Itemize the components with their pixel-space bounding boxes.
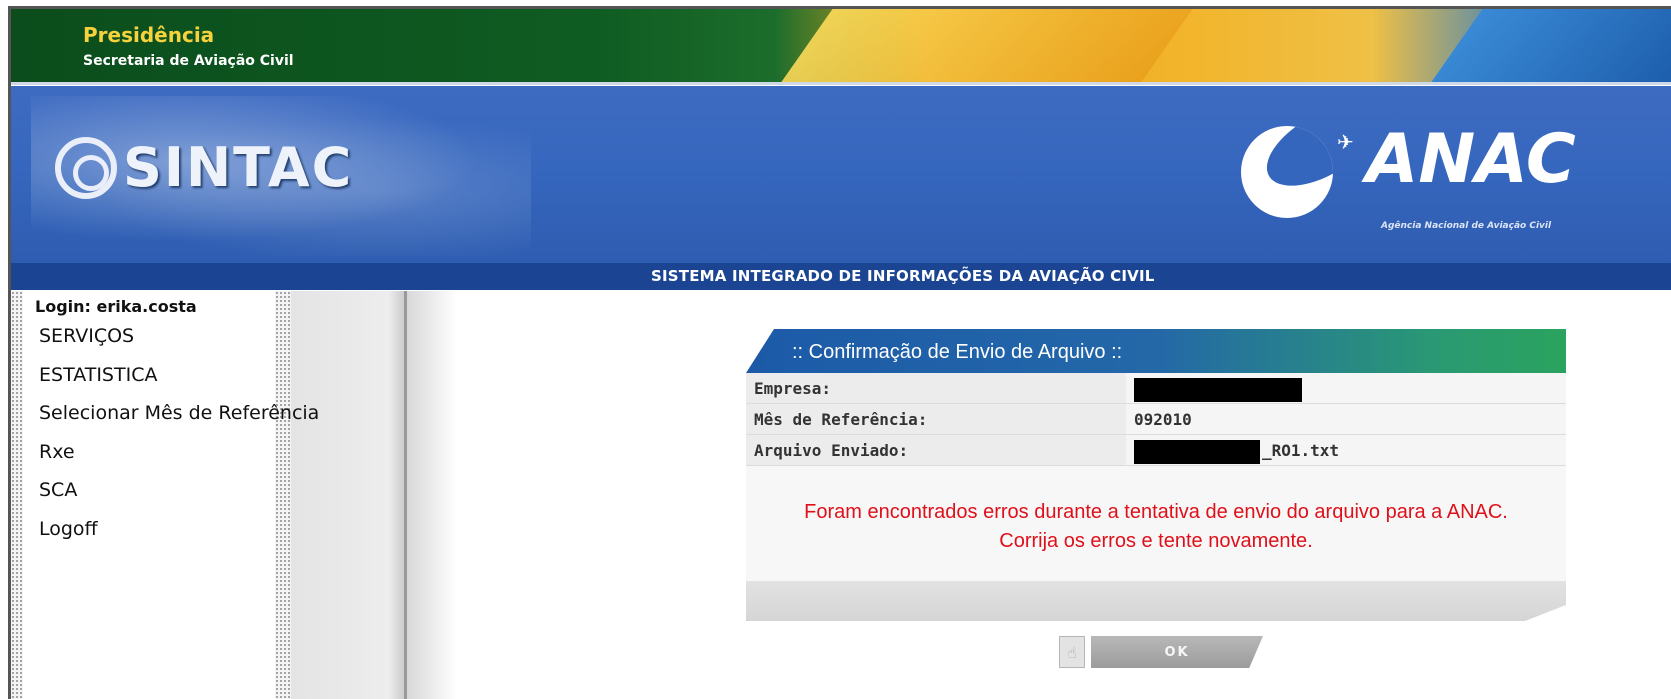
system-name-strip: SISTEMA INTEGRADO DE INFORMAÇÕES DA AVIA…	[11, 263, 1671, 290]
sidebar-item-estatistica[interactable]: ESTATISTICA	[39, 362, 319, 401]
hand-pointer-icon[interactable]: ☝	[1059, 636, 1085, 668]
empresa-value	[1126, 373, 1566, 403]
confirmation-panel: :: Confirmação de Envio de Arquivo :: Em…	[746, 329, 1566, 621]
sintac-logo-icon	[55, 136, 117, 199]
sidebar: Login: erika.costa SERVIÇOS ESTATISTICA …	[11, 291, 457, 699]
redaction-block	[1134, 439, 1260, 464]
presidency-bar: Presidência Secretaria de Aviação Civil	[11, 9, 1671, 85]
mes-referencia-value: 092010	[1126, 404, 1566, 434]
anac-logo-text: ANAC	[1365, 120, 1576, 199]
redaction-block	[1134, 377, 1302, 402]
login-label: Login: erika.costa	[35, 297, 197, 316]
sintac-logo-text: SINTAC	[123, 136, 354, 199]
anac-logo: ✈ ANAC	[1241, 126, 1576, 218]
system-banner: SINTAC ✈ ANAC Agência Nacional de Aviaçã…	[11, 86, 1671, 266]
sidebar-menu: SERVIÇOS ESTATISTICA Selecionar Mês de R…	[39, 323, 319, 554]
panel-header: :: Confirmação de Envio de Arquivo ::	[746, 329, 1566, 373]
panel-footer	[746, 581, 1566, 621]
plane-icon: ✈	[1337, 130, 1354, 154]
error-message-area: Foram encontrados erros durante a tentat…	[746, 466, 1566, 581]
sidebar-item-servicos[interactable]: SERVIÇOS	[39, 323, 319, 362]
sidebar-item-selecionar-mes[interactable]: Selecionar Mês de Referência	[39, 400, 319, 439]
anac-emblem-icon	[1241, 126, 1333, 218]
error-message-line1: Foram encontrados erros durante a tentat…	[804, 501, 1508, 523]
sidebar-item-rxe[interactable]: Rxe	[39, 439, 319, 478]
page-frame: Presidência Secretaria de Aviação Civil …	[8, 6, 1671, 699]
ok-button[interactable]: OK	[1091, 636, 1263, 668]
presidency-title: Presidência	[83, 23, 215, 47]
sidebar-item-logoff[interactable]: Logoff	[39, 516, 319, 555]
mes-referencia-label: Mês de Referência:	[746, 404, 1126, 434]
sintac-logo[interactable]: SINTAC	[55, 136, 353, 199]
arquivo-enviado-label: Arquivo Enviado:	[746, 435, 1126, 465]
confirmation-table: Empresa: Mês de Referência: 092010 Arqui…	[746, 373, 1566, 581]
panel-title: :: Confirmação de Envio de Arquivo ::	[792, 341, 1123, 363]
presidency-subtitle: Secretaria de Aviação Civil	[83, 53, 294, 69]
system-full-name: SISTEMA INTEGRADO DE INFORMAÇÕES DA AVIA…	[651, 267, 1155, 285]
sidebar-item-sca[interactable]: SCA	[39, 477, 319, 516]
anac-full-name: Agência Nacional de Aviação Civil	[1381, 221, 1552, 231]
table-row: Mês de Referência: 092010	[746, 404, 1566, 435]
error-message-line2: Corrija os erros e tente novamente.	[999, 530, 1313, 552]
table-row: Arquivo Enviado: _RO1.txt	[746, 435, 1566, 466]
empresa-label: Empresa:	[746, 373, 1126, 403]
table-row: Empresa:	[746, 373, 1566, 404]
arquivo-filename-suffix: _RO1.txt	[1262, 441, 1340, 460]
arquivo-enviado-value: _RO1.txt	[1126, 435, 1566, 465]
